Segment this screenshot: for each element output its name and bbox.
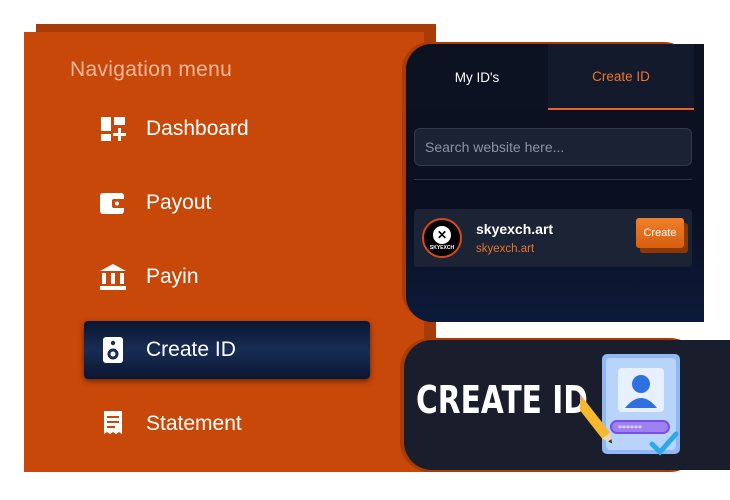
speaker-icon — [98, 335, 128, 365]
tab-create-id[interactable]: Create ID — [548, 44, 694, 110]
nav-item-payout[interactable]: Payout — [84, 174, 370, 232]
nav-item-payin[interactable]: Payin — [84, 248, 370, 306]
banner-title: CREATE ID — [416, 378, 588, 422]
site-url[interactable]: skyexch.art — [476, 243, 534, 255]
nav-item-create-id[interactable]: Create ID — [84, 321, 370, 379]
nav-item-label: Dashboard — [146, 117, 249, 140]
bank-icon — [98, 262, 128, 292]
svg-text:******: ****** — [618, 424, 642, 433]
tab-my-ids[interactable]: My ID's — [406, 44, 548, 110]
nav-item-label: Payout — [146, 191, 212, 214]
nav-item-label: Statement — [146, 412, 242, 435]
create-button[interactable]: Create — [636, 218, 684, 248]
dashboard-icon — [98, 114, 128, 144]
site-name: skyexch.art — [476, 221, 554, 237]
edge-strip — [704, 54, 730, 324]
nav-item-label: Payin — [146, 265, 199, 288]
list-item: ✕ SKYEXCH skyexch.art skyexch.art Create — [414, 209, 692, 267]
create-id-banner: CREATE ID ****** — [404, 340, 730, 470]
receipt-icon — [98, 409, 128, 439]
logo-mark-icon: ✕ — [433, 225, 451, 244]
nav-item-dashboard[interactable]: Dashboard — [84, 100, 370, 158]
nav-item-label: Create ID — [146, 338, 236, 361]
nav-title: Navigation menu — [70, 58, 233, 81]
nav-item-statement[interactable]: Statement — [84, 395, 370, 453]
search-input[interactable]: Search website here... — [414, 128, 692, 166]
logo-text: SKYEXCH — [429, 244, 455, 251]
site-logo: ✕ SKYEXCH — [422, 218, 462, 258]
ids-panel: My ID's Create ID Search website here...… — [406, 44, 704, 322]
id-card-icon: ****** — [570, 352, 700, 462]
divider — [414, 179, 692, 180]
wallet-icon — [98, 188, 128, 218]
